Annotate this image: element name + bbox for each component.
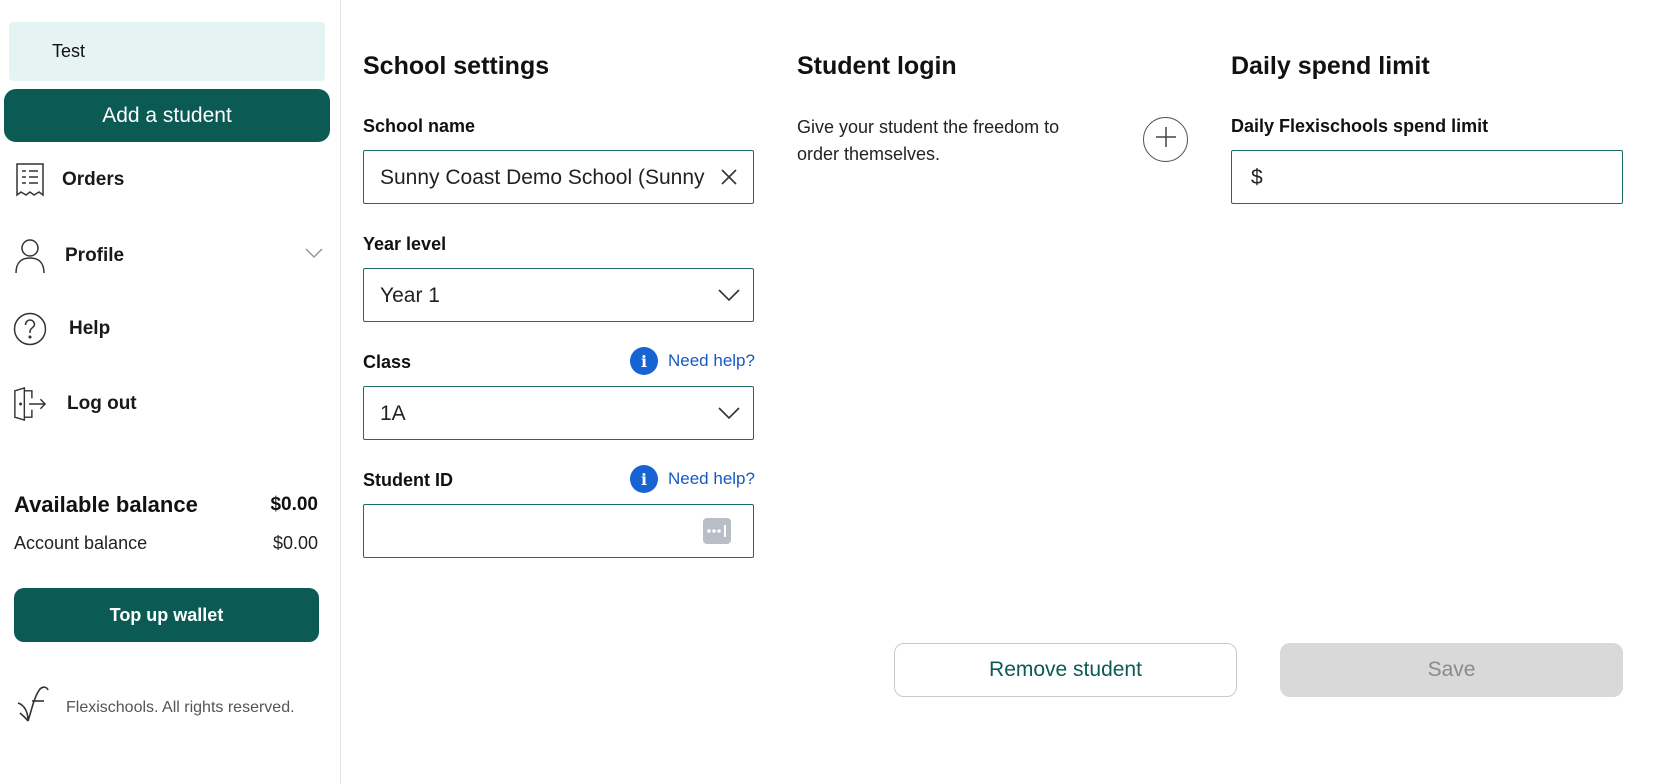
student-login-description: Give your student the freedom to order t…	[797, 117, 1060, 164]
daily-spend-label: Daily Flexischools spend limit	[1231, 116, 1489, 136]
nav-label-profile: Profile	[65, 245, 125, 266]
add-student-button[interactable]: Add a student	[4, 89, 330, 142]
sidebar: Test Add a student Orders Profile Help L…	[0, 0, 341, 784]
class-need-help-link[interactable]: i Need help?	[630, 347, 755, 375]
student-id-need-help-link[interactable]: i Need help?	[630, 465, 755, 493]
nav-item-orders[interactable]: Orders	[13, 160, 124, 200]
year-level-select[interactable]: Year 1	[363, 268, 754, 322]
save-button[interactable]: Save	[1280, 643, 1623, 697]
school-settings-title: School settings	[363, 52, 550, 80]
available-balance-label: Available balance	[14, 492, 198, 517]
available-balance-row: Available balance $0.00	[14, 492, 318, 518]
currency-symbol: $	[1251, 166, 1263, 189]
footer: Flexischools. All rights reserved.	[14, 685, 295, 730]
daily-spend-input[interactable]: $	[1231, 150, 1623, 204]
nav-label-orders: Orders	[62, 169, 125, 190]
student-id-label: Student ID	[363, 470, 453, 490]
top-up-wallet-button[interactable]: Top up wallet	[14, 588, 319, 642]
account-balance-label: Account balance	[14, 533, 148, 553]
nav-item-help[interactable]: Help	[13, 309, 110, 349]
class-need-help-text: Need help?	[668, 351, 755, 370]
class-label: Class	[363, 352, 412, 372]
chevron-down-icon[interactable]	[305, 246, 323, 264]
student-name: Test	[52, 41, 86, 61]
school-name-label: School name	[363, 116, 476, 136]
password-manager-icon[interactable]	[703, 518, 731, 549]
logout-icon	[13, 386, 47, 422]
add-student-login-button[interactable]	[1143, 117, 1188, 162]
chevron-down-icon	[717, 405, 741, 426]
plus-icon	[1155, 126, 1177, 153]
account-balance-row: Account balance $0.00	[14, 533, 318, 554]
available-balance-value: $0.00	[270, 494, 318, 515]
class-select[interactable]: 1A	[363, 386, 754, 440]
flexischools-logo-icon	[14, 685, 52, 730]
clear-icon[interactable]	[717, 165, 741, 194]
help-circle-icon	[13, 311, 47, 347]
info-icon: i	[630, 465, 658, 493]
receipt-icon	[13, 162, 47, 198]
info-icon: i	[630, 347, 658, 375]
remove-student-button[interactable]: Remove student	[894, 643, 1237, 697]
nav-label-logout: Log out	[67, 393, 137, 414]
school-name-value: Sunny Coast Demo School (Sunny Coast)	[380, 166, 705, 189]
account-balance-value: $0.00	[272, 533, 318, 553]
year-level-value: Year 1	[380, 284, 440, 307]
class-value: 1A	[380, 402, 406, 425]
year-level-label: Year level	[363, 234, 447, 254]
school-name-input[interactable]: Sunny Coast Demo School (Sunny Coast)	[363, 150, 754, 204]
chevron-down-icon	[717, 287, 741, 308]
nav-item-logout[interactable]: Log out	[13, 384, 137, 424]
footer-text: Flexischools. All rights reserved.	[66, 698, 295, 716]
daily-spend-title: Daily spend limit	[1231, 52, 1430, 80]
student-id-input[interactable]	[363, 504, 754, 558]
nav-item-profile[interactable]: Profile	[13, 236, 323, 276]
student-login-title: Student login	[797, 52, 957, 80]
student-chip[interactable]: Test	[9, 22, 325, 81]
nav-label-help: Help	[69, 318, 111, 339]
user-icon	[13, 238, 47, 274]
student-id-need-help-text: Need help?	[668, 469, 755, 488]
